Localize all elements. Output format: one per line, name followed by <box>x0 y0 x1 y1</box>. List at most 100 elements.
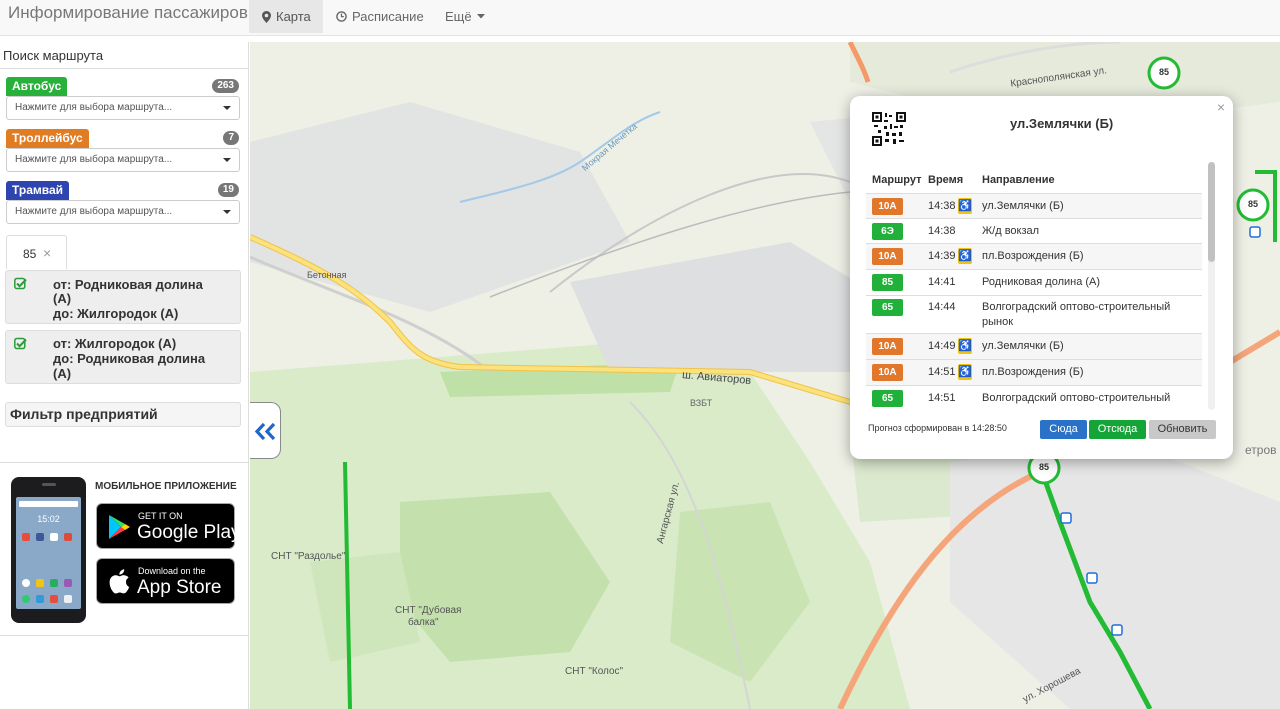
clock-icon <box>336 11 347 22</box>
route-badge: 10А <box>872 248 903 265</box>
google-play-button[interactable]: GET IT ON Google Play <box>96 503 241 549</box>
arrival-direction: Родниковая долина (А) <box>982 276 1101 288</box>
direction-from: от: Жилгородок (А) <box>53 336 177 351</box>
nav-tab-schedule-label: Расписание <box>352 9 424 24</box>
close-icon[interactable]: × <box>43 246 51 260</box>
direction-to: до: Родниковая долина <box>53 351 206 366</box>
route-badge: 85 <box>872 274 903 291</box>
direction-to-cont: (А) <box>53 366 72 381</box>
map-label-snt: СНТ "Колос" <box>565 666 624 677</box>
wheelchair-icon: ♿ <box>958 198 972 214</box>
arrival-row[interactable]: 10А 14:38 ♿ ул.Землячки (Б) <box>866 193 1202 218</box>
arrival-direction: пл.Возрождения (Б) <box>982 366 1084 378</box>
tram-label: Трамвай <box>6 181 70 200</box>
app-store-button[interactable]: Download on the App Store <box>96 558 235 604</box>
trolleybus-count-badge: 7 <box>223 131 239 145</box>
divider <box>0 68 248 69</box>
arrival-row[interactable]: 65 14:51 Волгоградский оптово-строительн… <box>866 385 1202 410</box>
chevron-down-icon <box>223 158 231 162</box>
collapse-sidebar-button[interactable] <box>250 402 281 459</box>
tram-count-badge: 19 <box>217 183 239 197</box>
route-from-button[interactable]: Отсюда <box>1089 420 1146 439</box>
app-brand[interactable]: Информирование пассажиров <box>8 3 248 23</box>
stop-info-popup: × ул.Землячки (Б) Маршрут Время Направле… <box>850 96 1233 459</box>
scrollbar-thumb[interactable] <box>1208 162 1215 262</box>
arrival-time: 14:38 <box>928 225 956 237</box>
route-direction-card-2[interactable]: от: Жилгородок (А) до: Родниковая долина… <box>5 330 241 384</box>
arrival-direction: Волгоградский оптово-строительный рынок <box>982 301 1171 328</box>
arrival-direction: Ж/д вокзал <box>982 225 1040 237</box>
sidebar: Поиск маршрута Автобус 263 Нажмите для в… <box>0 42 249 709</box>
arrival-time: 14:51 <box>928 366 956 378</box>
route-badge: 6Э <box>872 223 903 240</box>
selected-route-tab[interactable]: 85 × <box>6 235 67 269</box>
tram-route-select[interactable]: Нажмите для выбора маршрута... <box>6 200 240 224</box>
nav-tab-map[interactable]: Карта <box>249 0 323 33</box>
route-here-button[interactable]: Сюда <box>1040 420 1087 439</box>
stop-name: ул.Землячки (Б) <box>1010 116 1114 131</box>
column-header-time: Время <box>928 174 964 186</box>
double-chevron-left-icon <box>254 422 276 441</box>
app-store-big: App Store <box>137 577 222 598</box>
arrival-row[interactable]: 65 14:44 Волгоградский оптово-строительн… <box>866 295 1202 333</box>
arrival-time: 14:41 <box>928 276 956 288</box>
map-label-station: Бетонная <box>307 270 347 280</box>
enterprise-filter-panel[interactable]: Фильтр предприятий <box>5 402 241 427</box>
nav-tab-schedule[interactable]: Расписание <box>336 0 424 33</box>
wheelchair-icon: ♿ <box>958 248 972 264</box>
route-badge: 10А <box>872 198 903 215</box>
check-icon[interactable] <box>14 277 27 290</box>
route-marker-85[interactable]: 85 <box>1155 67 1173 77</box>
route-marker-85[interactable]: 85 <box>1244 199 1262 209</box>
arrival-row[interactable]: 85 14:41 Родниковая долина (А) <box>866 269 1202 295</box>
bus-route-select[interactable]: Нажмите для выбора маршрута... <box>6 96 240 120</box>
arrival-time: 14:44 <box>928 301 956 313</box>
selected-route-number: 85 <box>23 247 37 261</box>
bus-label: Автобус <box>6 77 68 96</box>
map-label-snt: СНТ "Дубовая <box>395 605 462 616</box>
qr-code-icon <box>872 112 906 146</box>
nav-more-label: Ещё <box>445 9 472 24</box>
arrival-time: 14:39 <box>928 250 956 262</box>
direction-from: от: Родниковая долина <box>53 277 203 292</box>
map-label-snt-cont: балка" <box>408 617 439 628</box>
nav-tab-map-label: Карта <box>276 9 311 24</box>
popup-scrollbar[interactable] <box>1208 162 1215 410</box>
app-store-small: Download on the <box>138 566 206 576</box>
arrival-time: 14:49 <box>928 340 956 352</box>
route-badge: 65 <box>872 299 903 316</box>
trolleybus-route-select[interactable]: Нажмите для выбора маршрута... <box>6 148 240 172</box>
map-label-snt: СНТ "Раздолье" <box>271 551 346 562</box>
chevron-down-icon <box>223 106 231 110</box>
arrival-direction: Волгоградский оптово-строительный рынок <box>982 392 1171 410</box>
arrival-row[interactable]: 10А 14:51 ♿ пл.Возрождения (Б) <box>866 359 1202 385</box>
top-navbar: Информирование пассажиров Карта Расписан… <box>0 0 1280 36</box>
phone-image: 15:02 <box>11 477 86 623</box>
google-play-icon <box>109 515 130 539</box>
arrival-direction: ул.Землячки (Б) <box>982 200 1064 212</box>
route-marker-85[interactable]: 85 <box>1035 462 1053 472</box>
route-search-title: Поиск маршрута <box>3 48 104 63</box>
google-play-big: Google Play <box>137 522 241 543</box>
map-label-plant: ВЗБТ <box>690 398 713 408</box>
route-direction-card-1[interactable]: от: Родниковая долина (А) до: Жилгородок… <box>5 270 241 324</box>
nav-more-dropdown[interactable]: Ещё <box>445 0 485 33</box>
phone-clock: 15:02 <box>37 514 60 524</box>
close-icon[interactable]: × <box>1217 99 1225 115</box>
arrival-row[interactable]: 10А 14:49 ♿ ул.Землячки (Б) <box>866 333 1202 359</box>
bus-count-badge: 263 <box>212 79 239 93</box>
arrival-direction: ул.Землячки (Б) <box>982 340 1064 352</box>
column-header-direction: Направление <box>982 174 1055 186</box>
mobile-app-promo: 15:02 МОБИЛЬНОЕ ПРИЛОЖЕНИЕ GET IT ON Goo… <box>0 462 249 636</box>
map-label-district: етров <box>1245 443 1277 457</box>
refresh-button[interactable]: Обновить <box>1149 420 1216 439</box>
arrival-time: 14:51 <box>928 392 956 404</box>
direction-from-cont: (А) <box>53 291 72 306</box>
route-badge: 10А <box>872 338 903 355</box>
check-icon[interactable] <box>14 337 27 350</box>
arrival-row[interactable]: 6Э 14:38 Ж/д вокзал <box>866 218 1202 243</box>
column-header-route: Маршрут <box>872 174 922 186</box>
trolleybus-route-select-placeholder: Нажмите для выбора маршрута... <box>15 154 173 165</box>
arrival-row[interactable]: 10А 14:39 ♿ пл.Возрождения (Б) <box>866 243 1202 269</box>
forecast-timestamp: Прогноз сформирован в 14:28:50 <box>868 423 1007 433</box>
